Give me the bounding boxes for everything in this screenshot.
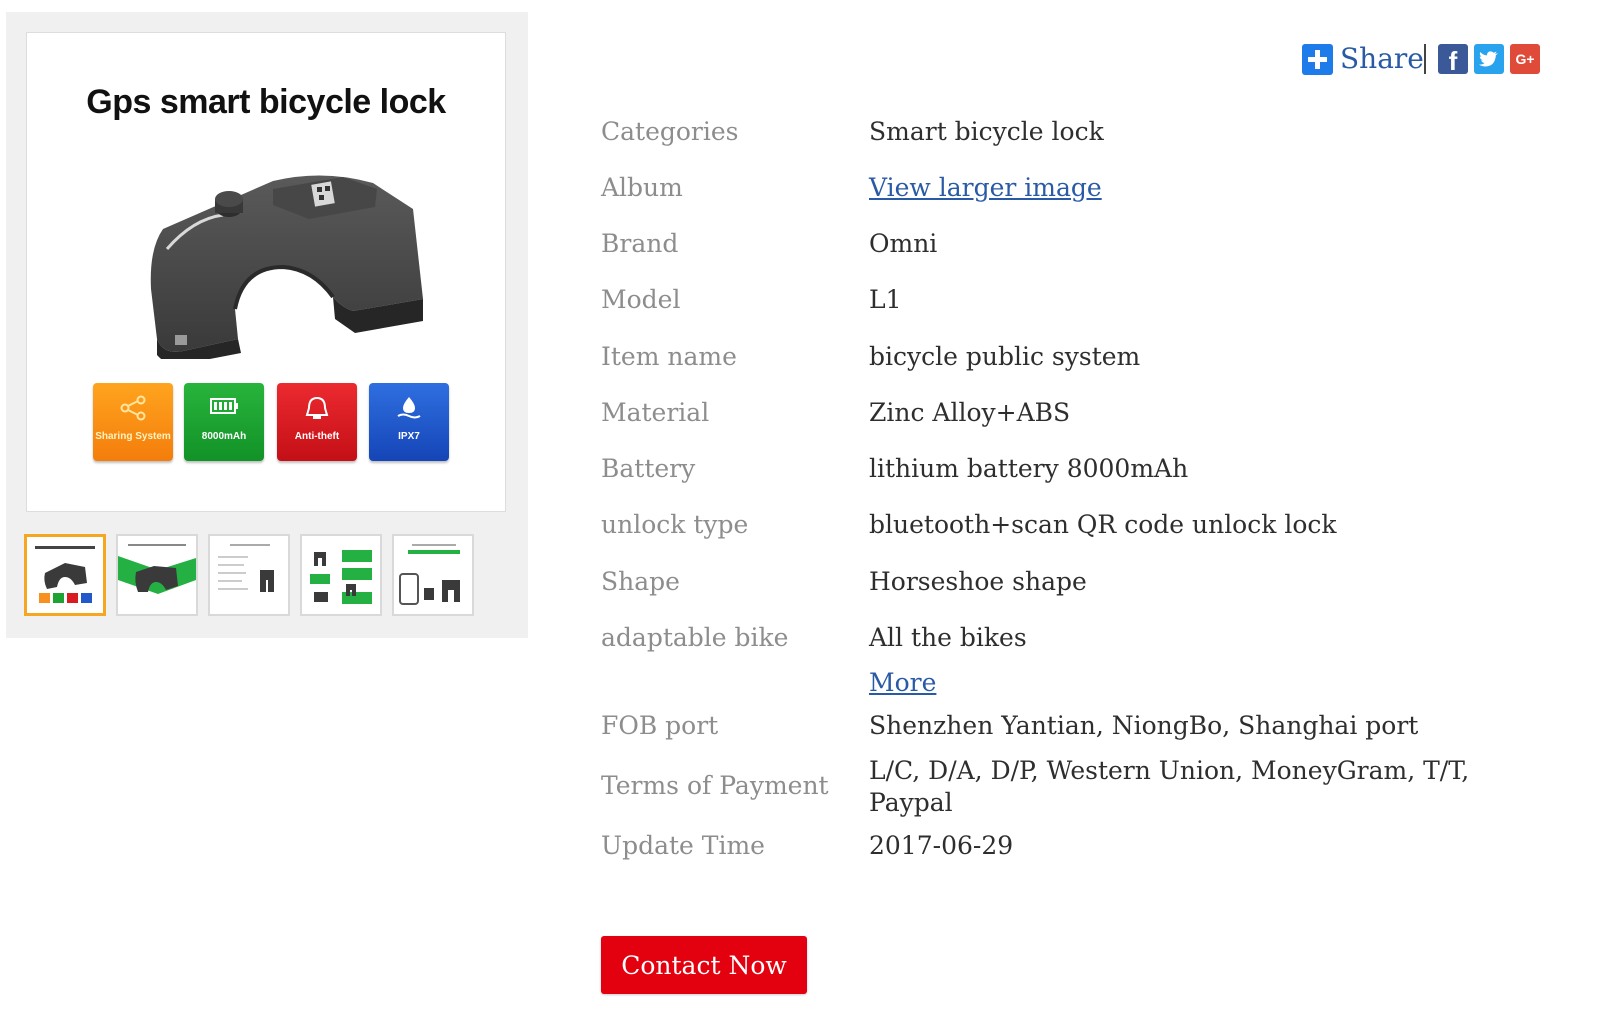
contact-now-button[interactable]: Contact Now: [601, 936, 807, 994]
badge-label: Sharing System: [95, 431, 171, 442]
thumbnail-5[interactable]: [392, 534, 474, 616]
spec-label: Shape: [601, 567, 680, 596]
water-icon: [397, 397, 421, 419]
spec-value: L1: [869, 285, 902, 314]
alarm-icon: [305, 396, 329, 419]
spec-label: Album: [601, 173, 683, 202]
badge-anti-theft: Anti-theft: [277, 383, 357, 461]
spec-value: Horseshoe shape: [869, 567, 1087, 596]
twitter-bird-glyph: [1479, 51, 1498, 67]
badge-sharing-system: Sharing System: [93, 383, 173, 461]
spec-row-terms-of-payment: Terms of Payment L/C, D/A, D/P, Western …: [601, 755, 1561, 821]
spec-label: Terms of Payment: [601, 771, 829, 800]
product-image-title: Gps smart bicycle lock: [86, 83, 446, 121]
badge-label: IPX7: [398, 431, 420, 442]
badge-label: 8000mAh: [201, 431, 247, 442]
spec-label: Material: [601, 398, 710, 427]
spec-label: Brand: [601, 229, 679, 258]
product-gallery: Gps smart bicycle lock Sharing System 80…: [6, 12, 528, 638]
spec-value: lithium battery 8000mAh: [869, 454, 1189, 483]
spec-label: unlock type: [601, 510, 749, 539]
spec-label: FOB port: [601, 711, 719, 740]
google-plus-icon[interactable]: G+: [1510, 44, 1540, 74]
spec-value: Zinc Alloy+ABS: [869, 398, 1071, 427]
spec-label: Item name: [601, 342, 737, 371]
thumbnail-2[interactable]: [116, 534, 198, 616]
thumbnail-image: [399, 544, 460, 605]
bicycle-lock-illustration: [150, 175, 423, 359]
share-bar: Share f G+: [1302, 40, 1562, 76]
share-icon: [120, 395, 146, 421]
spec-label: adaptable bike: [601, 623, 789, 652]
thumbnail-image: [118, 544, 196, 594]
share-divider: [1424, 44, 1426, 74]
share-link[interactable]: Share: [1340, 42, 1424, 75]
spec-value: bicycle public system: [869, 342, 1141, 371]
thumbnail-3[interactable]: [208, 534, 290, 616]
main-product-image[interactable]: Gps smart bicycle lock Sharing System 80…: [26, 32, 506, 512]
spec-label: Battery: [601, 454, 696, 483]
add-share-icon[interactable]: [1302, 44, 1333, 75]
feature-badges: Sharing System 8000mAh Anti-theft IPX7: [93, 383, 453, 463]
spec-label: Model: [601, 285, 681, 314]
badge-ipx7: IPX7: [369, 383, 449, 461]
more-link[interactable]: More: [869, 667, 936, 699]
thumbnail-image: [310, 550, 372, 604]
spec-label: Update Time: [601, 831, 765, 860]
facebook-icon[interactable]: f: [1438, 44, 1468, 76]
view-larger-image-link[interactable]: View larger image: [869, 172, 1102, 204]
badge-battery: 8000mAh: [184, 383, 264, 461]
battery-icon: [210, 398, 238, 414]
spec-value: bluetooth+scan QR code unlock lock: [869, 510, 1337, 539]
spec-value: Omni: [869, 229, 938, 258]
thumbnail-image: [218, 544, 274, 592]
twitter-icon[interactable]: [1474, 44, 1504, 74]
spec-value: L/C, D/A, D/P, Western Union, MoneyGram,…: [869, 756, 1470, 817]
spec-label: Categories: [601, 117, 739, 146]
thumbnail-image: [35, 546, 95, 603]
spec-value: All the bikes: [869, 623, 1027, 652]
thumbnail-4[interactable]: [300, 534, 382, 616]
badge-label: Anti-theft: [294, 431, 340, 442]
category-link[interactable]: Smart bicycle lock: [869, 116, 1529, 148]
spec-value: Shenzhen Yantian, NiongBo, Shanghai port: [869, 711, 1419, 740]
thumbnail-1[interactable]: [24, 534, 106, 616]
spec-value: 2017-06-29: [869, 831, 1014, 860]
